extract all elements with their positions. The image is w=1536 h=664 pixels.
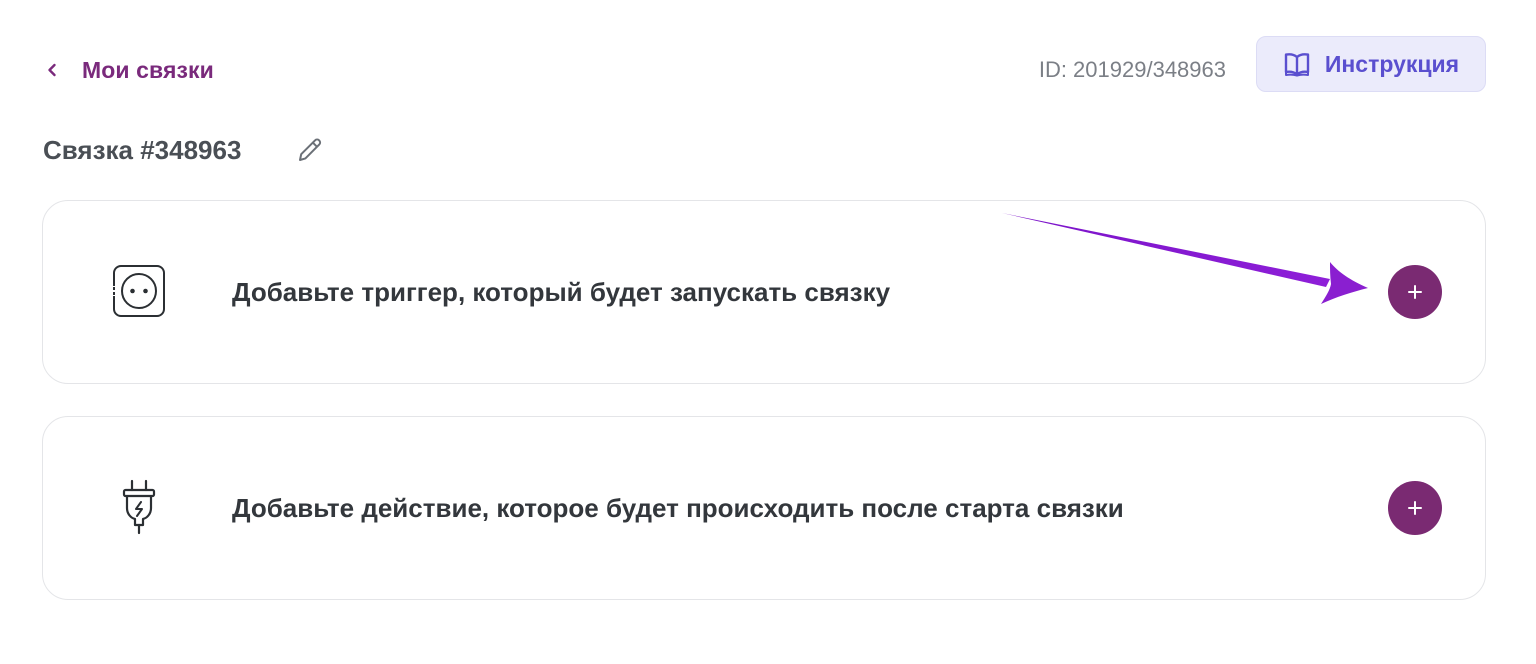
plus-icon bbox=[1408, 501, 1422, 515]
page: Мои связки ID: 201929/348963 Инструкция … bbox=[0, 0, 1536, 664]
add-trigger-button[interactable] bbox=[1388, 265, 1442, 319]
action-card: Добавьте действие, которое будет происхо… bbox=[42, 416, 1486, 600]
title-row: Связка #348963 bbox=[43, 130, 325, 170]
add-action-button[interactable] bbox=[1388, 481, 1442, 535]
instructions-label: Инструкция bbox=[1324, 50, 1460, 77]
page-title: Связка #348963 bbox=[43, 134, 242, 165]
pencil-icon[interactable] bbox=[295, 135, 325, 165]
chevron-left-icon bbox=[44, 62, 60, 78]
action-card-text: Добавьте действие, которое будет происхо… bbox=[232, 493, 1124, 523]
instructions-button[interactable]: Инструкция bbox=[1256, 36, 1486, 92]
trigger-card-text: Добавьте триггер, который будет запускат… bbox=[232, 277, 891, 307]
trigger-card: Добавьте триггер, который будет запускат… bbox=[42, 200, 1486, 384]
bundle-id-text: ID: 201929/348963 bbox=[1038, 57, 1226, 82]
plug-icon bbox=[111, 479, 167, 535]
book-icon bbox=[1283, 50, 1311, 78]
socket-icon bbox=[111, 263, 167, 319]
back-link-my-bundles[interactable]: Мои связки bbox=[44, 52, 214, 88]
back-link-label: Мои связки bbox=[82, 56, 214, 83]
plus-icon bbox=[1408, 285, 1422, 299]
